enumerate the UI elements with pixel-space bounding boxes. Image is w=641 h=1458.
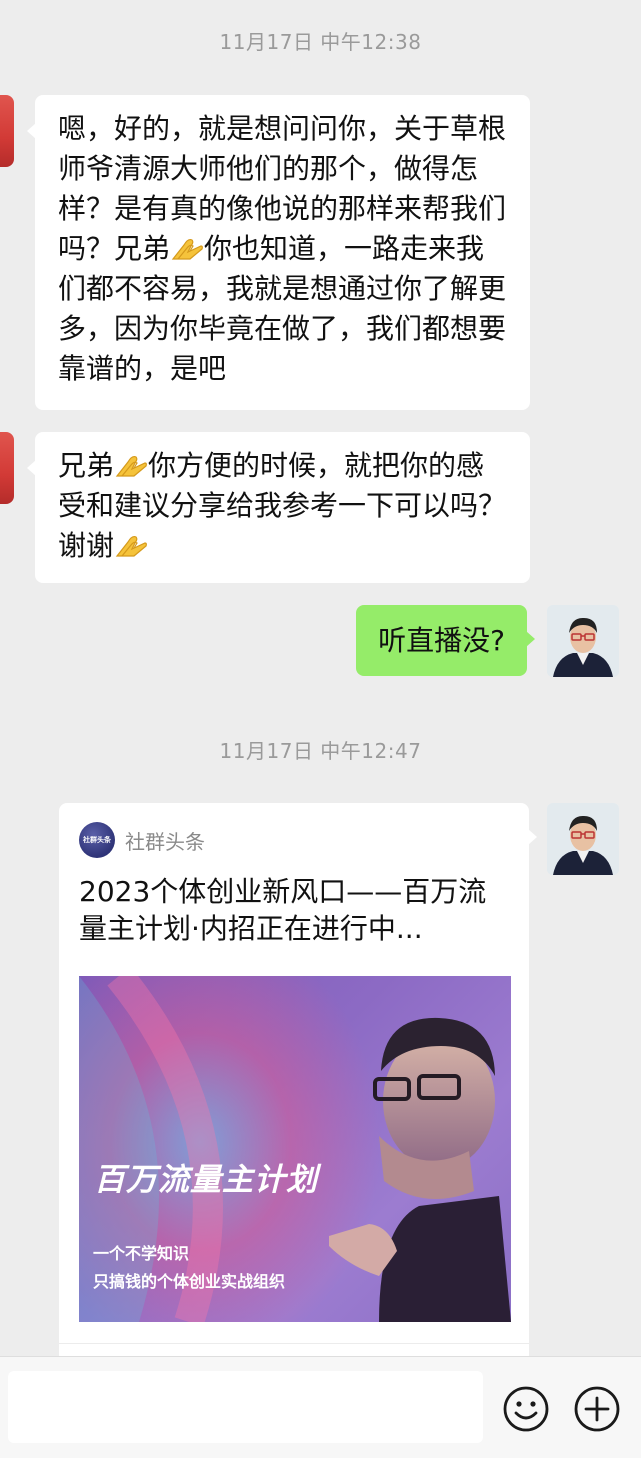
smiley-icon[interactable] bbox=[502, 1385, 550, 1433]
message-text: 听直播没? bbox=[378, 624, 505, 657]
message-text: 兄弟 bbox=[58, 449, 115, 482]
my-avatar[interactable] bbox=[547, 803, 619, 875]
pray-hands-icon bbox=[115, 455, 147, 477]
source-logo: 社群头条 bbox=[79, 822, 115, 858]
plus-circle-icon[interactable] bbox=[573, 1385, 621, 1433]
cover-title: 百万流量主计划 bbox=[94, 1162, 318, 1198]
chat-screen: 11月17日 中午12:38 嗯，好的，就是想问问你，关于草根师爷清源大师他们的… bbox=[0, 0, 641, 1458]
contact-avatar[interactable] bbox=[0, 95, 14, 167]
received-message-bubble[interactable]: 兄弟 你方便的时候，就把你的感受和建议分享给我参考一下可以吗？谢谢 bbox=[27, 432, 530, 583]
article-cover-image: 百万流量主计划 一个不学知识 只搞钱的个体创业实战组织 bbox=[79, 976, 511, 1322]
person-avatar-icon bbox=[547, 803, 619, 875]
pray-hands-icon bbox=[115, 535, 147, 557]
person-avatar-icon bbox=[547, 605, 619, 677]
received-message-bubble[interactable]: 嗯，好的，就是想问问你，关于草根师爷清源大师他们的那个，做得怎样？是有真的像他说… bbox=[27, 95, 530, 410]
sent-message-bubble[interactable]: 听直播没? bbox=[356, 605, 535, 676]
divider bbox=[59, 1343, 529, 1344]
article-title: 2023个体创业新风口——百万流量主计划·内招正在进行中... bbox=[79, 875, 487, 945]
shared-article-card[interactable]: 社群头条 社群头条 2023个体创业新风口——百万流量主计划·内招正在进行中..… bbox=[59, 803, 537, 1363]
contact-avatar[interactable] bbox=[0, 432, 14, 504]
message-input[interactable] bbox=[8, 1371, 483, 1443]
card-source: 社群头条 社群头条 bbox=[79, 822, 205, 858]
pray-hands-icon bbox=[171, 238, 203, 260]
message-input-bar bbox=[0, 1356, 641, 1458]
my-avatar[interactable] bbox=[547, 605, 619, 677]
cover-subtitle-line: 只搞钱的个体创业实战组织 bbox=[93, 1272, 286, 1291]
cover-subtitle-line: 一个不学知识 bbox=[93, 1244, 190, 1263]
cover-subtitle: 一个不学知识 只搞钱的个体创业实战组织 bbox=[93, 1240, 285, 1296]
timestamp: 11月17日 中午12:38 bbox=[219, 30, 422, 54]
timestamp: 11月17日 中午12:47 bbox=[219, 739, 422, 763]
source-name: 社群头条 bbox=[125, 829, 205, 854]
